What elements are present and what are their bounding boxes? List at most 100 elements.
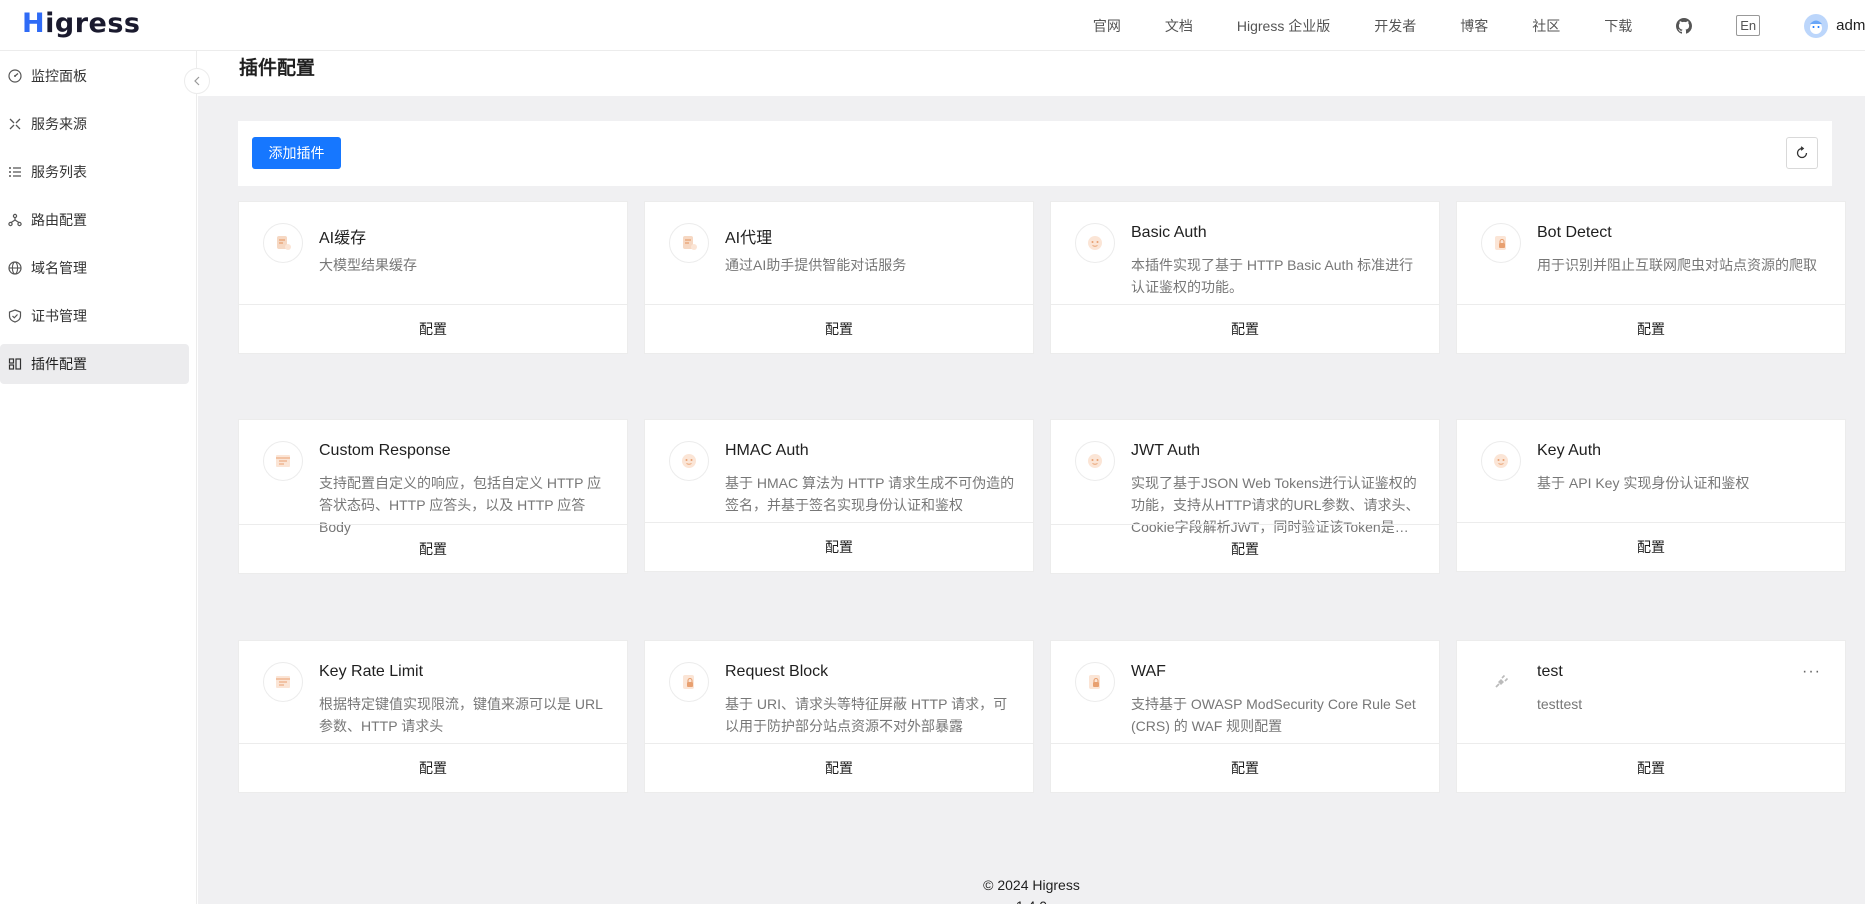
- language-toggle[interactable]: En: [1736, 15, 1761, 36]
- plugin-description: 用于识别并阻止互联网爬虫对站点资源的爬取: [1537, 257, 1817, 273]
- sidebar-item-label: 路由配置: [31, 212, 87, 228]
- sidebar-item-label: 服务来源: [31, 116, 87, 132]
- refresh-button[interactable]: [1786, 137, 1818, 169]
- sidebar-item-domain[interactable]: 域名管理: [0, 248, 189, 288]
- plugin-description: 根据特定键值实现限流，键值来源可以是 URL 参数、HTTP 请求头: [319, 696, 603, 734]
- plugin-title: Custom Response: [319, 442, 451, 459]
- plugin-avatar-icon: [669, 441, 709, 481]
- sidebar-item-route[interactable]: 路由配置: [0, 200, 189, 240]
- plugin-title: HMAC Auth: [725, 442, 809, 459]
- sidebar-item-label: 证书管理: [31, 308, 87, 324]
- user-name: admin: [1836, 17, 1865, 34]
- plugin-description: 通过AI助手提供智能对话服务: [725, 257, 907, 273]
- refresh-icon: [1796, 146, 1808, 159]
- configure-button[interactable]: 配置: [239, 743, 627, 792]
- configure-button[interactable]: 配置: [645, 743, 1033, 792]
- footer-copyright: © 2024 Higress: [983, 877, 1080, 893]
- plugin-title: Key Rate Limit: [319, 663, 424, 680]
- plugin-card-key-auth: Key Auth 基于 API Key 实现身份认证和鉴权 配置: [1456, 419, 1846, 572]
- plugin-title: Key Auth: [1537, 442, 1602, 459]
- plugin-avatar-icon: [1075, 441, 1115, 481]
- more-options-button[interactable]: ···: [1802, 663, 1821, 681]
- plugin-card-hmac-auth: HMAC Auth 基于 HMAC 算法为 HTTP 请求生成不可伪造的签名，并…: [644, 419, 1034, 572]
- plugin-description: 基于 URI、请求头等特征屏蔽 HTTP 请求，可以用于防护部分站点资源不对外部…: [725, 696, 1008, 734]
- plugin-description: 支持基于 OWASP ModSecurity Core Rule Set (CR…: [1131, 696, 1416, 734]
- configure-button[interactable]: 配置: [1051, 524, 1439, 573]
- globe-icon: [8, 261, 22, 275]
- plugin-card-basic-auth: Basic Auth 本插件实现了基于 HTTP Basic Auth 标准进行…: [1050, 201, 1440, 354]
- nav-community[interactable]: 社区: [1532, 16, 1560, 36]
- plugin-avatar-icon: [263, 662, 303, 702]
- plugin-title: Basic Auth: [1131, 224, 1207, 241]
- nav-docs[interactable]: 文档: [1165, 16, 1193, 36]
- plugin-description: testtest: [1537, 696, 1583, 712]
- sidebar-item-service-source[interactable]: 服务来源: [0, 104, 189, 144]
- top-nav: 官网 文档 Higress 企业版 开发者 博客 社区 下载 En admin: [1093, 0, 1865, 51]
- configure-button[interactable]: 配置: [645, 304, 1033, 353]
- sidebar: 监控面板 服务来源 服务列表 路由配置 域名管理 证书管理 插件配置: [0, 51, 197, 904]
- nav-developers[interactable]: 开发者: [1374, 16, 1416, 36]
- sidebar-item-service-list[interactable]: 服务列表: [0, 152, 189, 192]
- service-source-icon: [8, 117, 22, 131]
- add-plugin-button[interactable]: 添加插件: [252, 137, 341, 169]
- chevron-left-icon: [194, 76, 200, 86]
- configure-button[interactable]: 配置: [1457, 522, 1845, 571]
- sidebar-item-label: 服务列表: [31, 164, 87, 180]
- plugin-card-jwt-auth: JWT Auth 实现了基于JSON Web Tokens进行认证鉴权的功能，支…: [1050, 419, 1440, 574]
- sidebar-item-label: 监控面板: [31, 68, 87, 84]
- plugin-avatar-icon: [669, 223, 709, 263]
- nav-enterprise[interactable]: Higress 企业版: [1237, 16, 1330, 36]
- configure-button[interactable]: 配置: [1457, 743, 1845, 792]
- configure-button[interactable]: 配置: [239, 304, 627, 353]
- dashboard-icon: [8, 69, 22, 83]
- nav-download[interactable]: 下载: [1604, 16, 1632, 36]
- plugin-card-test: test ··· testtest 配置: [1456, 640, 1846, 793]
- configure-button[interactable]: 配置: [1051, 743, 1439, 792]
- page-title: 插件配置: [239, 58, 316, 79]
- plugin-title: Request Block: [725, 663, 829, 680]
- route-icon: [8, 213, 22, 227]
- sidebar-item-certificate[interactable]: 证书管理: [0, 296, 189, 336]
- plugin-description: 本插件实现了基于 HTTP Basic Auth 标准进行认证鉴权的功能。: [1131, 257, 1414, 295]
- configure-button[interactable]: 配置: [645, 522, 1033, 571]
- page-header: 插件配置: [198, 51, 1865, 96]
- list-icon: [8, 165, 22, 179]
- sidebar-item-dashboard[interactable]: 监控面板: [0, 56, 189, 96]
- plugin-card-request-block: Request Block 基于 URI、请求头等特征屏蔽 HTTP 请求，可以…: [644, 640, 1034, 793]
- configure-button[interactable]: 配置: [1457, 304, 1845, 353]
- plugin-avatar-icon: [1075, 223, 1115, 263]
- configure-button[interactable]: 配置: [1051, 304, 1439, 353]
- nav-blog[interactable]: 博客: [1460, 16, 1488, 36]
- plugin-title: Bot Detect: [1537, 224, 1612, 241]
- plugin-icon: [8, 357, 22, 371]
- higress-logo[interactable]: Higress: [22, 8, 140, 39]
- plugin-title: WAF: [1131, 663, 1166, 680]
- plugin-avatar-icon: [1481, 441, 1521, 481]
- plugin-card-ai-cache: AI缓存 大模型结果缓存 配置: [238, 201, 628, 354]
- shield-icon: [8, 309, 22, 323]
- plugin-description: 大模型结果缓存: [319, 257, 417, 273]
- sidebar-item-label: 插件配置: [31, 356, 87, 372]
- plugin-avatar-icon: [263, 223, 303, 263]
- plugin-card-waf: WAF 支持基于 OWASP ModSecurity Core Rule Set…: [1050, 640, 1440, 793]
- plugin-description: 基于 HMAC 算法为 HTTP 请求生成不可伪造的签名，并基于签名实现身份认证…: [725, 475, 1015, 513]
- plugin-avatar-icon: [1075, 662, 1115, 702]
- github-icon[interactable]: [1676, 17, 1693, 34]
- toolbar: 添加插件: [238, 121, 1832, 186]
- plugin-avatar-icon: [263, 441, 303, 481]
- plug-icon: [1481, 662, 1521, 702]
- main-content: 插件配置 添加插件 AI缓存 大模型结果缓存 配置 AI代理 通过AI助手提供智…: [198, 51, 1865, 904]
- configure-button[interactable]: 配置: [239, 524, 627, 573]
- plugin-description: 基于 API Key 实现身份认证和鉴权: [1537, 475, 1750, 491]
- plugin-avatar-icon: [1481, 223, 1521, 263]
- user-menu[interactable]: admin: [1804, 13, 1865, 38]
- plugin-card-bot-detect: Bot Detect 用于识别并阻止互联网爬虫对站点资源的爬取 配置: [1456, 201, 1846, 354]
- plugin-card-key-rate-limit: Key Rate Limit 根据特定键值实现限流，键值来源可以是 URL 参数…: [238, 640, 628, 793]
- plugin-card-ai-proxy: AI代理 通过AI助手提供智能对话服务 配置: [644, 201, 1034, 354]
- sidebar-item-label: 域名管理: [31, 260, 87, 276]
- plugin-card-custom-response: Custom Response 支持配置自定义的响应，包括自定义 HTTP 应答…: [238, 419, 628, 574]
- plugin-title: test: [1537, 663, 1563, 680]
- nav-official-site[interactable]: 官网: [1093, 16, 1121, 36]
- sidebar-collapse-button[interactable]: [184, 68, 210, 94]
- sidebar-item-plugin[interactable]: 插件配置: [0, 344, 189, 384]
